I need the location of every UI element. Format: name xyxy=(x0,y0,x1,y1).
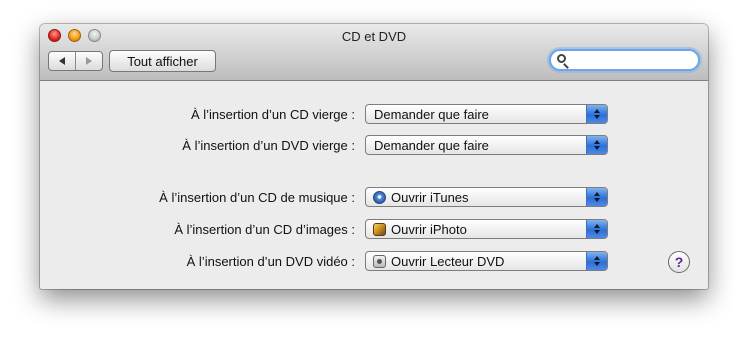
search-field[interactable] xyxy=(549,49,700,71)
preferences-window: CD et DVD Tout afficher À l’insertion d’… xyxy=(40,24,708,289)
popup-arrows-icon xyxy=(586,136,607,154)
blank-dvd-label: À l’insertion d’un DVD vierge : xyxy=(182,138,355,153)
popup-arrows-icon xyxy=(586,252,607,270)
back-arrow-icon xyxy=(59,57,65,65)
dvd-player-icon xyxy=(373,254,386,268)
music-cd-label: À l’insertion d’un CD de musique : xyxy=(159,190,355,205)
popup-arrows-icon xyxy=(586,188,607,206)
blank-dvd-popup[interactable]: Demander que faire xyxy=(365,135,608,155)
forward-button[interactable] xyxy=(75,52,102,70)
back-forward-control xyxy=(48,51,103,71)
title-bar: CD et DVD Tout afficher xyxy=(40,24,708,81)
show-all-button[interactable]: Tout afficher xyxy=(109,50,216,72)
forward-arrow-icon xyxy=(86,57,92,65)
picture-cd-popup[interactable]: Ouvrir iPhoto xyxy=(365,219,608,239)
window-title: CD et DVD xyxy=(341,29,407,44)
blank-cd-popup[interactable]: Demander que faire xyxy=(365,104,608,124)
picture-cd-label: À l’insertion d’un CD d’images : xyxy=(174,222,355,237)
popup-arrows-icon xyxy=(586,220,607,238)
itunes-icon xyxy=(373,190,386,204)
search-icon xyxy=(557,54,566,63)
video-dvd-popup[interactable]: Ouvrir Lecteur DVD xyxy=(365,251,608,271)
music-cd-value: Ouvrir iTunes xyxy=(391,189,469,205)
blank-cd-label: À l’insertion d’un CD vierge : xyxy=(190,107,355,122)
music-cd-popup[interactable]: Ouvrir iTunes xyxy=(365,187,608,207)
popup-arrows-icon xyxy=(586,105,607,123)
iphoto-icon xyxy=(373,222,386,236)
blank-dvd-value: Demander que faire xyxy=(374,137,489,153)
back-button[interactable] xyxy=(49,52,75,70)
video-dvd-value: Ouvrir Lecteur DVD xyxy=(391,253,505,269)
help-button[interactable]: ? xyxy=(668,251,690,273)
picture-cd-value: Ouvrir iPhoto xyxy=(391,221,467,237)
video-dvd-label: À l’insertion d’un DVD vidéo : xyxy=(186,254,355,269)
blank-cd-value: Demander que faire xyxy=(374,106,489,122)
